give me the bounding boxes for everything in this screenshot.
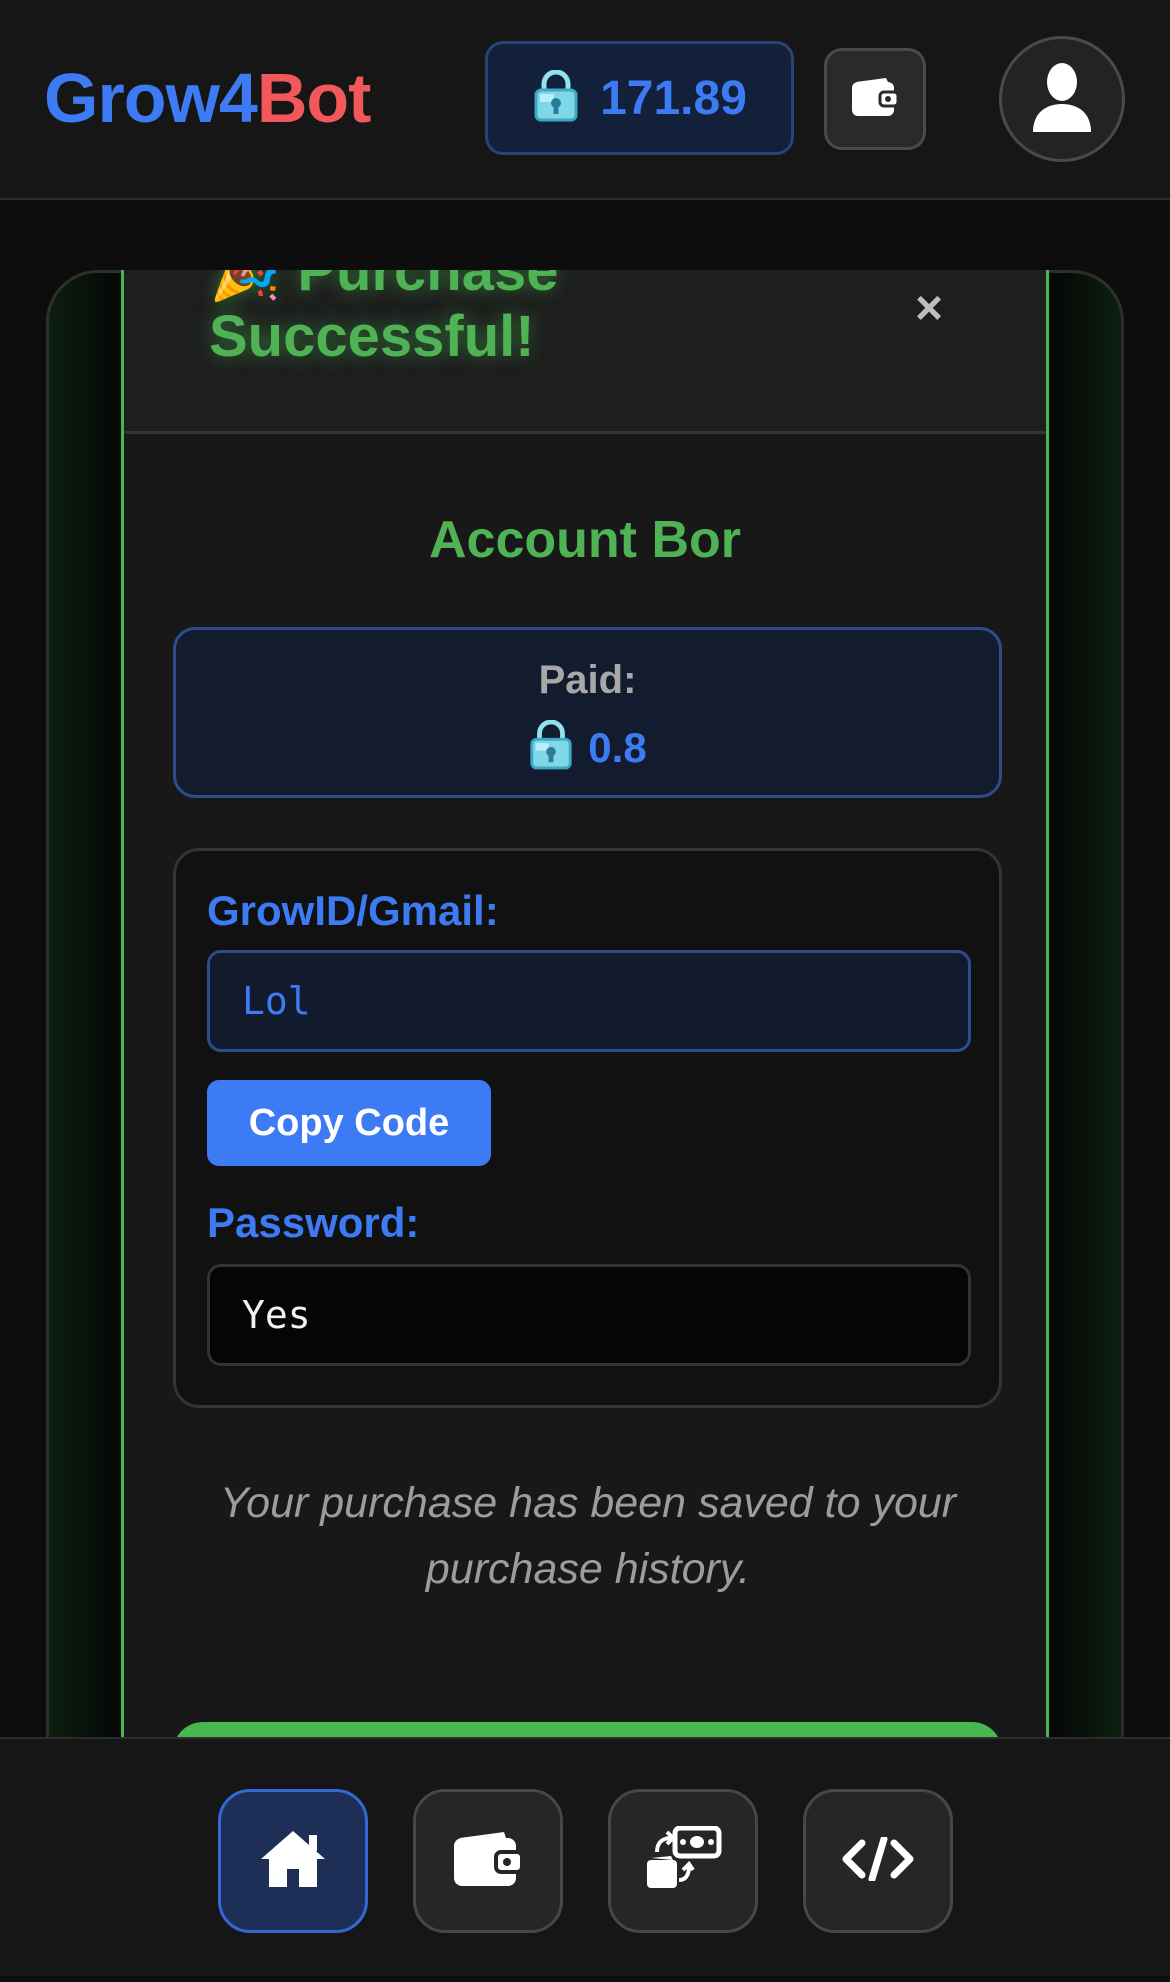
user-icon (1029, 60, 1095, 139)
profile-button[interactable] (999, 36, 1125, 162)
modal-title: 🎉 Purchase Successful! (209, 270, 558, 370)
nav-wallet-button[interactable] (413, 1789, 563, 1933)
balance-display[interactable]: 171.89 (485, 41, 794, 155)
wallet-icon (452, 1830, 524, 1893)
home-icon (257, 1827, 329, 1896)
paid-label: Paid: (538, 658, 637, 702)
brand-name-part2: Bot (256, 59, 372, 137)
nav-exchange-button[interactable] (608, 1789, 758, 1933)
home-indicator (0, 1976, 1170, 1982)
code-icon (840, 1835, 916, 1886)
nav-home-button[interactable] (218, 1789, 368, 1933)
bottom-nav (0, 1737, 1170, 1982)
credentials-panel: GrowID/Gmail: Lol Copy Code Password: Ye… (173, 848, 1002, 1408)
growid-label: GrowID/Gmail: (207, 887, 499, 934)
close-icon: × (914, 281, 944, 335)
brand-logo[interactable]: Grow4Bot (44, 58, 372, 138)
paid-summary: Paid: 0.8 (173, 627, 1002, 798)
top-header: Grow4Bot 171.89 (0, 0, 1170, 200)
exchange-icon (643, 1825, 723, 1897)
wallet-icon (850, 76, 900, 123)
wallet-button[interactable] (824, 48, 926, 150)
paid-amount: 0.8 (588, 723, 647, 771)
password-label: Password: (207, 1199, 420, 1246)
product-name: Account Bor (429, 511, 741, 569)
growid-field[interactable]: Lol (207, 950, 971, 1052)
diamond-lock-icon (532, 69, 580, 127)
close-button[interactable]: × (899, 278, 959, 338)
modal-header: 🎉 Purchase Successful! × (124, 270, 1046, 434)
paid-value: 0.8 (176, 719, 999, 775)
diamond-lock-icon (528, 719, 574, 775)
copy-code-button[interactable]: Copy Code (207, 1080, 491, 1166)
balance-amount: 171.89 (600, 71, 747, 125)
purchase-success-modal: 🎉 Purchase Successful! × Account Bor Pai… (121, 270, 1049, 1982)
brand-name-part1: Grow4 (44, 59, 258, 137)
password-field[interactable]: Yes (207, 1264, 971, 1366)
modal-title-line2: Successful! (209, 304, 535, 369)
modal-title-line1: 🎉 Purchase (209, 270, 559, 303)
saved-note: Your purchase has been saved to your pur… (219, 1479, 957, 1593)
nav-code-button[interactable] (803, 1789, 953, 1933)
